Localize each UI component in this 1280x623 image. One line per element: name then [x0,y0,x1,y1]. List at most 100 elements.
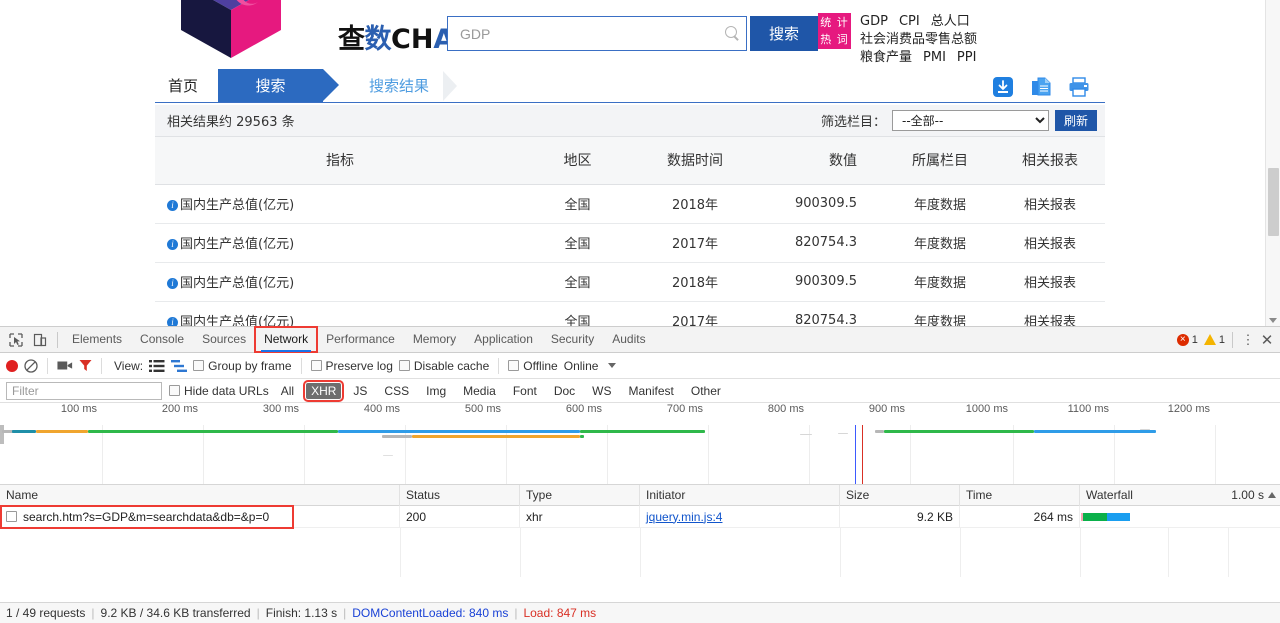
col-header-report[interactable]: 相关报表 [995,137,1105,185]
search-input[interactable] [458,24,725,43]
search-button[interactable]: 搜索 [750,16,818,51]
clear-icon[interactable] [24,358,38,373]
initiator-link[interactable]: jquery.min.js:4 [646,510,722,524]
timeline-view-icon[interactable] [171,359,188,373]
filter-type-img[interactable]: Img [421,383,451,399]
overview-left-handle[interactable] [0,425,4,444]
filter-type-font[interactable]: Font [508,383,542,399]
table-row[interactable]: i 国内生产总值(亿元) 全国 2018年 900309.5 年度数据 相关报表 [155,262,1105,302]
hot-keyword[interactable]: GDP [860,14,888,29]
throttling-value[interactable]: Online [564,359,599,373]
filter-type-manifest[interactable]: Manifest [624,383,679,399]
col-header-column[interactable]: 所属栏目 [885,137,995,185]
hide-data-urls-checkbox[interactable]: Hide data URLs [169,384,269,398]
capture-screenshots-icon[interactable] [57,359,73,372]
filter-type-other[interactable]: Other [686,383,726,399]
table-row[interactable]: i 国内生产总值(亿元) 全国 2017年 820754.3 年度数据 相关报表 [155,301,1105,326]
cell-report[interactable]: 相关报表 [995,223,1105,263]
device-toolbar-icon[interactable] [28,328,52,352]
devtools-tab-memory[interactable]: Memory [404,327,465,352]
error-count-badge[interactable]: × 1 [1176,333,1198,346]
chevron-down-icon[interactable] [608,363,617,368]
info-icon[interactable]: i [167,200,178,211]
req-col-header-name[interactable]: Name [0,484,400,506]
info-icon[interactable]: i [167,278,178,289]
filter-type-media[interactable]: Media [458,383,501,399]
download-icon[interactable] [992,76,1014,98]
network-filter-input[interactable] [6,381,162,400]
devtools-tab-security[interactable]: Security [542,327,603,352]
warning-count-badge[interactable]: 1 [1203,334,1225,346]
filter-type-js[interactable]: JS [348,383,372,399]
preserve-log-checkbox[interactable]: Preserve log [310,359,393,373]
close-icon[interactable]: ✕ [1258,331,1276,349]
req-col-header-initiator[interactable]: Initiator [640,484,840,506]
devtools-tab-application[interactable]: Application [465,327,542,352]
refresh-button[interactable]: 刷新 [1054,110,1097,131]
offline-checkbox[interactable]: Offline [508,359,558,373]
hot-keyword[interactable]: 社会消费品零售总额 [860,32,977,47]
scroll-down-arrow-icon[interactable] [1269,318,1277,323]
table-row[interactable]: i 国内生产总值(亿元) 全国 2017年 820754.3 年度数据 相关报表 [155,223,1105,263]
req-col-header-type[interactable]: Type [520,484,640,506]
info-icon[interactable]: i [167,317,178,326]
table-row[interactable]: search.htm?s=GDP&m=searchdata&db=&p=0 20… [0,505,1280,529]
network-overview-timeline[interactable]: 100 ms 200 ms 300 ms 400 ms 500 ms 600 m… [0,403,1280,485]
req-col-header-status[interactable]: Status [400,484,520,506]
table-row[interactable]: i 国内生产总值(亿元) 全国 2018年 900309.5 年度数据 相关报表 [155,184,1105,224]
search-box[interactable] [447,16,747,51]
page-scrollbar-thumb[interactable] [1268,168,1279,236]
request-row-checkbox[interactable] [6,510,17,522]
hot-keyword[interactable]: CPI [899,14,920,29]
cell-report[interactable]: 相关报表 [995,184,1105,224]
nav-tab-search[interactable]: 搜索 [202,69,340,102]
list-view-icon[interactable] [149,359,165,373]
hot-keyword[interactable]: 粮食产量 [860,50,912,65]
hot-keyword[interactable]: PPI [957,50,977,65]
more-options-icon[interactable]: ⋮ [1240,332,1256,348]
col-header-region[interactable]: 地区 [525,137,630,185]
nav-tab-search-results[interactable]: 搜索结果 [355,69,458,102]
filter-type-xhr[interactable]: XHR [303,379,345,402]
hot-keyword[interactable]: 总人口 [931,14,970,29]
cell-value: 820754.3 [760,223,885,263]
group-by-frame-checkbox[interactable]: Group by frame [193,359,292,373]
overview-tick: 100 ms [60,403,97,415]
req-col-header-waterfall[interactable]: Waterfall 1.00 s [1080,485,1280,506]
info-icon[interactable]: i [167,239,178,250]
req-col-header-time[interactable]: Time [960,484,1080,506]
cell-report[interactable]: 相关报表 [995,262,1105,302]
col-header-value[interactable]: 数值 [760,137,885,185]
filter-type-all[interactable]: All [276,383,299,399]
devtools-tab-sources[interactable]: Sources [193,327,255,352]
cell-report[interactable]: 相关报表 [995,301,1105,326]
filter-type-css[interactable]: CSS [379,383,414,399]
req-col-header-size[interactable]: Size [840,484,960,506]
filter-type-ws[interactable]: WS [587,383,616,399]
page-scrollbar[interactable] [1265,0,1280,326]
inspect-element-icon[interactable] [4,328,28,352]
copy-document-icon[interactable] [1030,76,1052,98]
overview-gridline [102,425,103,484]
column-filter-select[interactable]: --全部-- [891,110,1049,131]
devtools-tab-performance[interactable]: Performance [317,327,404,352]
record-button[interactable] [6,359,18,372]
filter-icon[interactable] [79,359,92,372]
devtools-tab-audits[interactable]: Audits [603,327,654,352]
req-cell-waterfall [1080,506,1280,528]
col-header-indicator[interactable]: 指标 [155,137,525,185]
devtools-tab-elements[interactable]: Elements [63,327,131,352]
devtools-tab-network[interactable]: Network [254,326,319,353]
hot-keyword[interactable]: PMI [923,50,946,65]
req-cell-name[interactable]: search.htm?s=GDP&m=searchdata&db=&p=0 [0,505,400,528]
sort-ascending-icon[interactable] [1268,492,1276,498]
checkbox-box [398,360,410,371]
col-header-period[interactable]: 数据时间 [630,137,760,185]
filter-type-doc[interactable]: Doc [549,383,580,399]
overview-band [88,430,338,433]
disable-cache-checkbox[interactable]: Disable cache [398,359,489,373]
devtools-tab-console[interactable]: Console [131,327,193,352]
overview-tick: 900 ms [868,403,905,415]
overview-band [580,430,705,433]
print-icon[interactable] [1068,76,1090,98]
